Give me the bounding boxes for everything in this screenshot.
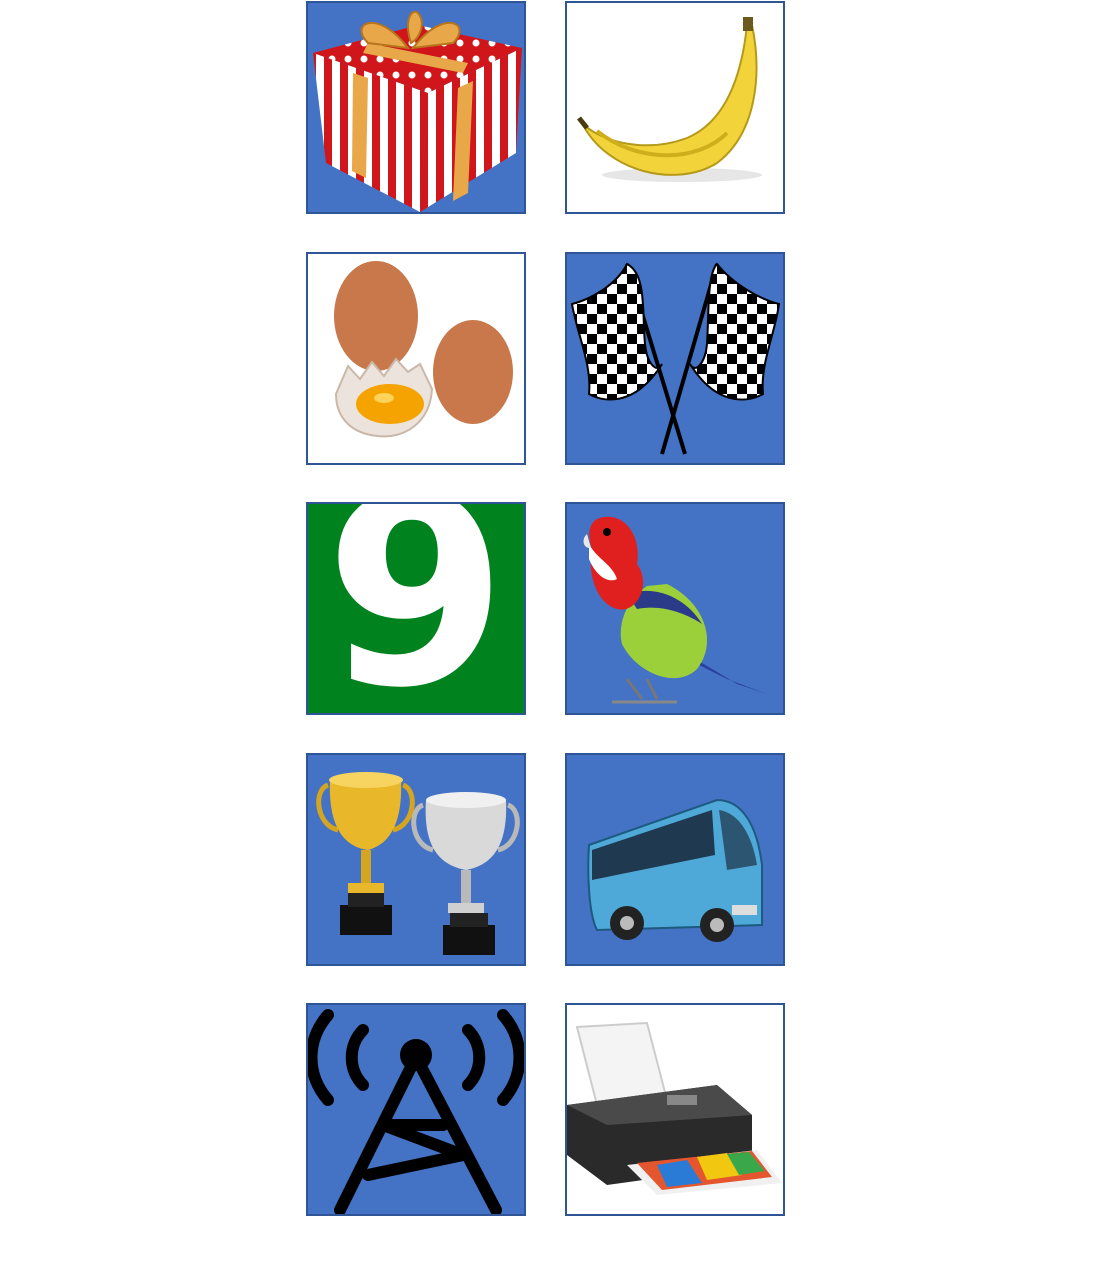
- radio-tower-icon: [308, 1009, 524, 1214]
- trophies-tile[interactable]: [306, 753, 526, 966]
- printer-icon: [567, 1021, 782, 1195]
- gift-box-tile[interactable]: [306, 1, 526, 214]
- trophies-icon: [316, 772, 520, 955]
- printer-tile[interactable]: [565, 1003, 785, 1216]
- checkered-flags-tile[interactable]: [565, 252, 785, 465]
- parrot-icon: [583, 516, 767, 704]
- bus-icon: [587, 798, 763, 942]
- number-nine-text: 9: [324, 502, 508, 715]
- banana-icon: [577, 17, 762, 182]
- checkered-flags-icon: [570, 262, 781, 455]
- radio-tower-tile[interactable]: [306, 1003, 526, 1216]
- eggs-tile[interactable]: [306, 252, 526, 465]
- banana-tile[interactable]: [565, 1, 785, 214]
- bus-tile[interactable]: [565, 753, 785, 966]
- parrot-tile[interactable]: [565, 502, 785, 715]
- number-nine-tile[interactable]: 9: [306, 502, 526, 715]
- gift-box-icon: [313, 10, 522, 212]
- eggs-icon: [334, 261, 513, 438]
